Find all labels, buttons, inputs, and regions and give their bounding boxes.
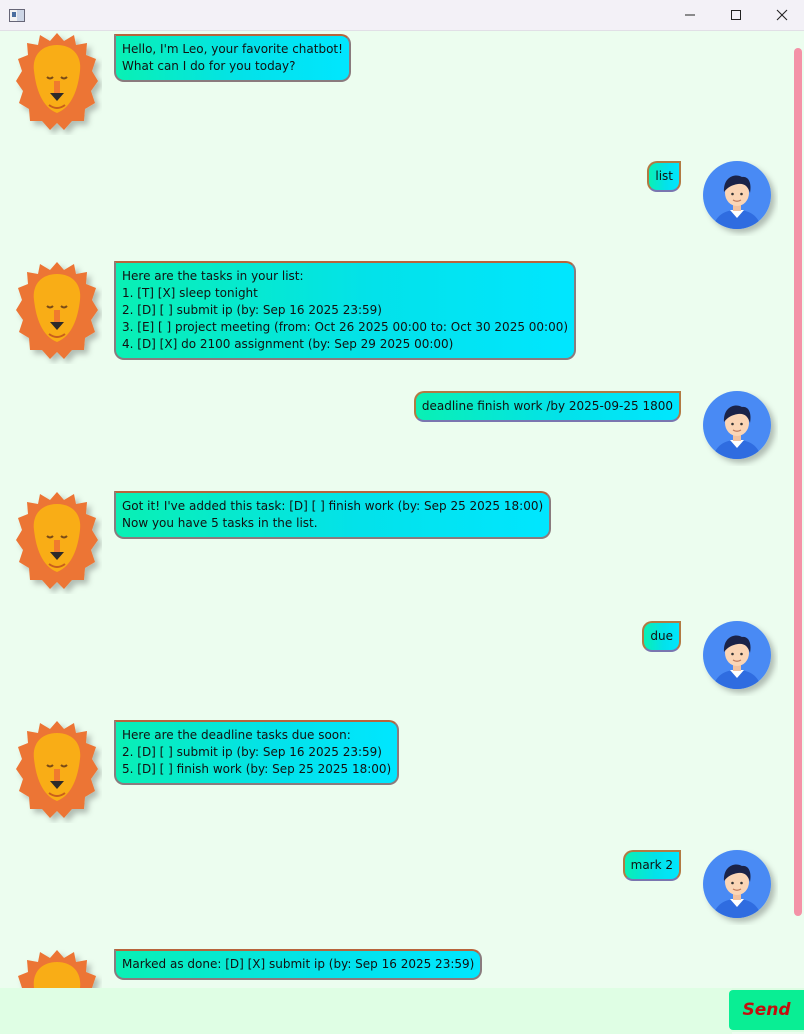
- user-message-bubble: mark 2: [622, 850, 681, 881]
- input-bar: Send: [0, 988, 804, 1034]
- lion-icon: [12, 260, 102, 364]
- send-button[interactable]: Send: [729, 990, 804, 1030]
- message-input[interactable]: [0, 988, 732, 1034]
- app-icon: [9, 9, 25, 22]
- minimize-button[interactable]: [667, 0, 713, 30]
- lion-icon: [12, 31, 102, 135]
- maximize-icon: [731, 10, 741, 20]
- lion-icon: [12, 719, 102, 823]
- lion-icon: [12, 948, 102, 988]
- bot-message-bubble: Here are the deadline tasks due soon: 2.…: [114, 720, 400, 785]
- bot-message-bubble: Here are the tasks in your list: 1. [T] …: [114, 261, 577, 360]
- lion-icon: [12, 490, 102, 594]
- user-message-bubble: due: [642, 621, 681, 652]
- user-icon: [702, 849, 774, 921]
- chat-area[interactable]: Hello, I'm Leo, your favorite chatbot! W…: [0, 31, 792, 988]
- minimize-icon: [685, 14, 695, 16]
- user-icon: [702, 390, 774, 462]
- bot-message-bubble: Got it! I've added this task: [D] [ ] fi…: [114, 491, 552, 539]
- scrollbar-thumb[interactable]: [794, 48, 802, 916]
- user-icon: [702, 620, 774, 692]
- scrollbar[interactable]: [792, 31, 804, 988]
- maximize-button[interactable]: [713, 0, 759, 30]
- close-icon: [776, 9, 788, 21]
- user-icon: [702, 160, 774, 232]
- title-bar: [0, 0, 804, 31]
- close-button[interactable]: [759, 0, 804, 30]
- bot-message-bubble: Hello, I'm Leo, your favorite chatbot! W…: [114, 34, 351, 82]
- user-message-bubble: deadline finish work /by 2025-09-25 1800: [413, 391, 681, 422]
- user-message-bubble: list: [647, 161, 681, 192]
- bot-message-bubble: Marked as done: [D] [X] submit ip (by: S…: [114, 949, 483, 980]
